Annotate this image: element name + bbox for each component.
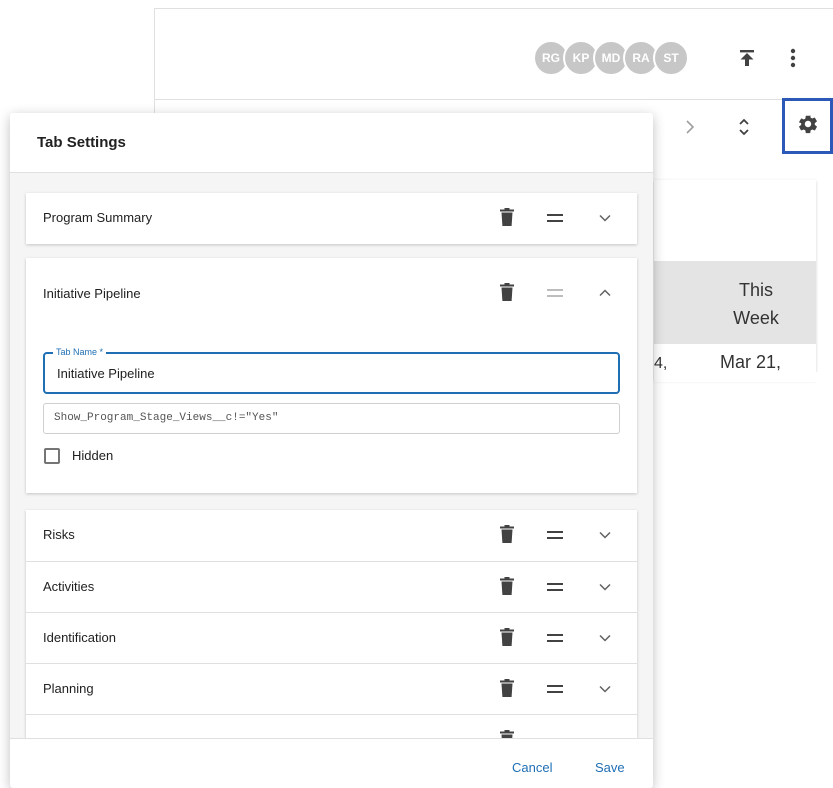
chevron-right-icon[interactable] [678, 115, 702, 139]
trash-icon[interactable] [500, 679, 514, 697]
unfold-icon[interactable] [732, 115, 756, 139]
tab-label: Risks [43, 527, 75, 542]
tab-label: Activities [43, 579, 95, 594]
cancel-button[interactable]: Cancel [512, 760, 552, 775]
chevron-up-icon[interactable] [598, 286, 612, 300]
trash-icon[interactable] [500, 525, 514, 543]
more-vert-icon[interactable] [781, 46, 805, 70]
tab-panel-activities[interactable]: Activities [26, 561, 637, 612]
tab-label: Planning [43, 681, 94, 696]
tab-panel-list: Risks Activities Identification Planning [26, 510, 637, 738]
tab-panel-next[interactable] [26, 714, 637, 738]
tab-panel-header[interactable]: Program Summary [26, 193, 637, 244]
dialog-title: Tab Settings [37, 134, 126, 151]
chevron-down-icon[interactable] [598, 682, 612, 696]
drag-handle-icon[interactable] [547, 633, 563, 643]
chevron-down-icon[interactable] [598, 631, 612, 645]
table-cell: Mar 21, [720, 352, 782, 372]
tab-settings-dialog: Tab Settings Program Summary Initiative … [10, 113, 653, 788]
drag-handle-icon[interactable] [547, 213, 563, 223]
dialog-body[interactable]: Program Summary Initiative Pipeline Tab … [10, 173, 653, 738]
tab-name-field[interactable]: Tab Name * Initiative Pipeline [43, 347, 620, 394]
tab-panel-risks[interactable]: Risks [26, 510, 637, 561]
tab-name-input[interactable]: Initiative Pipeline [57, 366, 155, 381]
trash-icon[interactable] [500, 283, 514, 301]
column-header-this-week: This Week [733, 280, 779, 328]
avatar[interactable]: ST [653, 40, 689, 76]
avatar-group: RG KP MD RA ST [533, 40, 689, 76]
trash-icon[interactable] [500, 577, 514, 595]
tab-panel-header[interactable]: Initiative Pipeline [26, 258, 637, 330]
divider [10, 738, 653, 739]
drag-handle-icon[interactable] [547, 530, 563, 540]
drag-handle-icon[interactable] [547, 582, 563, 592]
save-button[interactable]: Save [595, 760, 625, 775]
table-cell: 4, [654, 355, 668, 372]
chevron-down-icon[interactable] [598, 580, 612, 594]
upload-icon[interactable] [735, 46, 759, 70]
tab-panel-identification[interactable]: Identification [26, 612, 637, 663]
tab-name-label: Tab Name * [53, 347, 107, 358]
settings-button[interactable] [782, 98, 833, 154]
hidden-checkbox[interactable] [44, 448, 60, 464]
drag-handle-icon[interactable] [547, 288, 563, 298]
tab-panel-initiative-pipeline: Initiative Pipeline Tab Name * Initiativ… [26, 258, 637, 493]
tab-panel-program-summary: Program Summary [26, 193, 637, 244]
chevron-down-icon[interactable] [598, 528, 612, 542]
tab-label: Identification [43, 630, 116, 645]
trash-icon[interactable] [500, 730, 514, 738]
gear-icon [797, 113, 819, 140]
tab-panel-planning[interactable]: Planning [26, 663, 637, 714]
chevron-down-icon[interactable] [598, 211, 612, 225]
visibility-formula-input[interactable]: Show_Program_Stage_Views__c!="Yes" [43, 403, 620, 434]
tab-label: Initiative Pipeline [43, 286, 141, 301]
hidden-label: Hidden [72, 448, 114, 463]
drag-handle-icon[interactable] [547, 684, 563, 694]
tab-label: Program Summary [43, 210, 153, 225]
header-divider [154, 99, 833, 100]
trash-icon[interactable] [500, 628, 514, 646]
trash-icon[interactable] [500, 208, 514, 226]
